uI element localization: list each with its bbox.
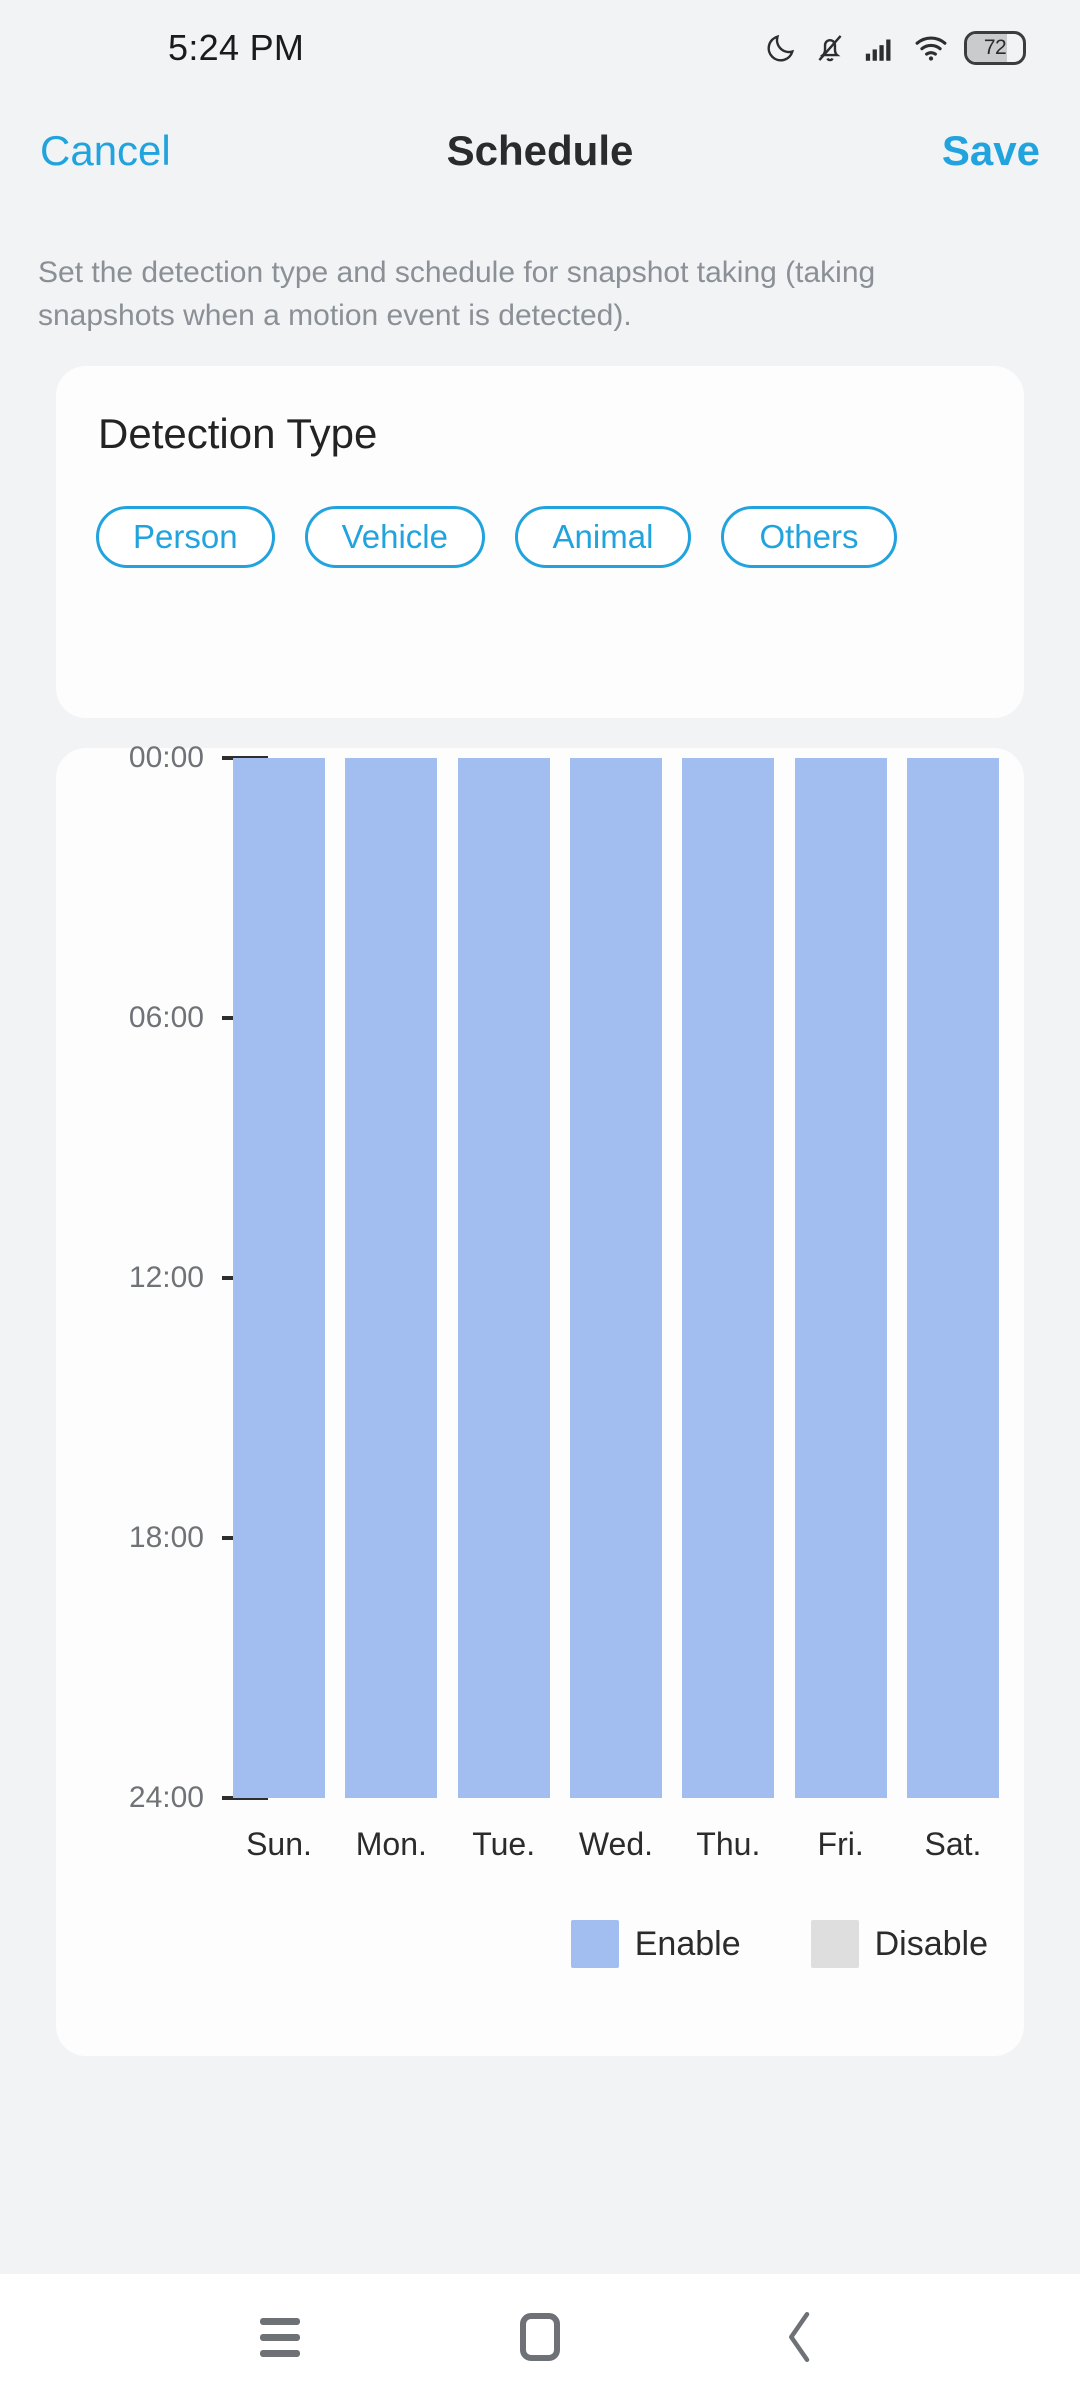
chart-y-tick-label: 00:00 [128,741,204,774]
description-text: Set the detection type and schedule for … [38,256,876,332]
home-button[interactable] [485,2282,595,2392]
chart-y-tick-label: 06:00 [128,1001,204,1034]
detection-type-chip-group: Person Vehicle Animal Others [96,506,986,568]
back-button[interactable] [745,2282,855,2392]
legend-item-enable: Enable [570,1920,741,1968]
chart-enable-segment[interactable] [682,758,775,1798]
chart-x-tick-label: Sat. [924,1826,982,1862]
wifi-icon [915,36,947,61]
chart-day-column[interactable] [457,758,550,1798]
chart-enable-segment[interactable] [794,758,887,1798]
legend-label-enable: Enable [634,1924,741,1963]
chart-y-tick-label: 12:00 [128,1261,204,1294]
chart-day-column[interactable] [906,758,999,1798]
status-time: 5:24 PM [168,27,305,68]
chart-x-tick-label: Wed. [578,1826,654,1862]
chart-day-column[interactable] [345,758,438,1798]
chart-day-column[interactable] [233,758,325,1798]
chart-y-tick-label: 24:00 [128,1781,204,1814]
chart-x-tick-label: Sun. [246,1826,312,1862]
home-square-icon [520,2313,560,2361]
status-icons: 72 [764,31,1026,65]
moon-icon [767,34,795,62]
legend-item-disable: Disable [810,1920,988,1968]
detection-type-title: Detection Type [98,410,378,457]
legend-swatch-enable [570,1920,619,1968]
chart-enable-segment[interactable] [457,758,550,1798]
chart-enable-segment[interactable] [569,758,662,1798]
cellular-signal-icon [865,39,891,61]
legend-label-disable: Disable [874,1924,988,1963]
legend-swatch-disable [810,1920,859,1968]
status-bar: 5:24 PM 72 [0,0,1080,96]
chart-x-tick-label: Fri. [817,1826,864,1862]
chart-x-tick-label: Thu. [696,1826,761,1862]
chevron-left-icon [788,2311,810,2363]
chart-enable-segment[interactable] [906,758,999,1798]
chart-legend: Enable Disable [570,1920,988,1968]
detection-type-card: Detection Type Person Vehicle Animal Oth… [56,366,1024,718]
chart-day-column[interactable] [682,758,775,1798]
battery-icon: 72 [964,31,1026,65]
chart-day-column[interactable] [569,758,662,1798]
schedule-chart[interactable]: 00:00 06:00 12:00 18:00 24:00 Sun. Mon. Tue. We… [56,741,1024,2056]
detection-chip-person[interactable]: Person [96,506,275,568]
system-navigation-bar [0,2274,1080,2400]
chart-day-column[interactable] [794,758,887,1798]
recents-button[interactable] [225,2282,335,2392]
chart-bars[interactable] [233,758,999,1798]
app-header: Cancel Schedule Save [0,96,1080,206]
hamburger-icon [260,2317,300,2357]
chart-enable-segment[interactable] [345,758,438,1798]
chart-x-tick-label: Tue. [472,1826,536,1862]
chart-x-tick-label: Mon. [355,1826,427,1862]
chart-y-tick-label: 18:00 [128,1521,204,1554]
cancel-button[interactable]: Cancel [40,127,171,175]
detection-chip-animal[interactable]: Animal [514,506,691,568]
chart-enable-segment[interactable] [233,758,325,1798]
schedule-chart-card: 00:00 06:00 12:00 18:00 24:00 Sun. Mon. Tue. We… [56,741,1024,2056]
detection-chip-others[interactable]: Others [720,506,897,568]
save-button[interactable]: Save [942,127,1040,175]
chart-x-axis: Sun. Mon. Tue. Wed. Thu. Fri. Sat. [233,1826,999,1863]
bell-muted-icon [818,35,842,62]
detection-chip-vehicle[interactable]: Vehicle [304,506,485,568]
battery-level: 72 [983,36,1007,59]
